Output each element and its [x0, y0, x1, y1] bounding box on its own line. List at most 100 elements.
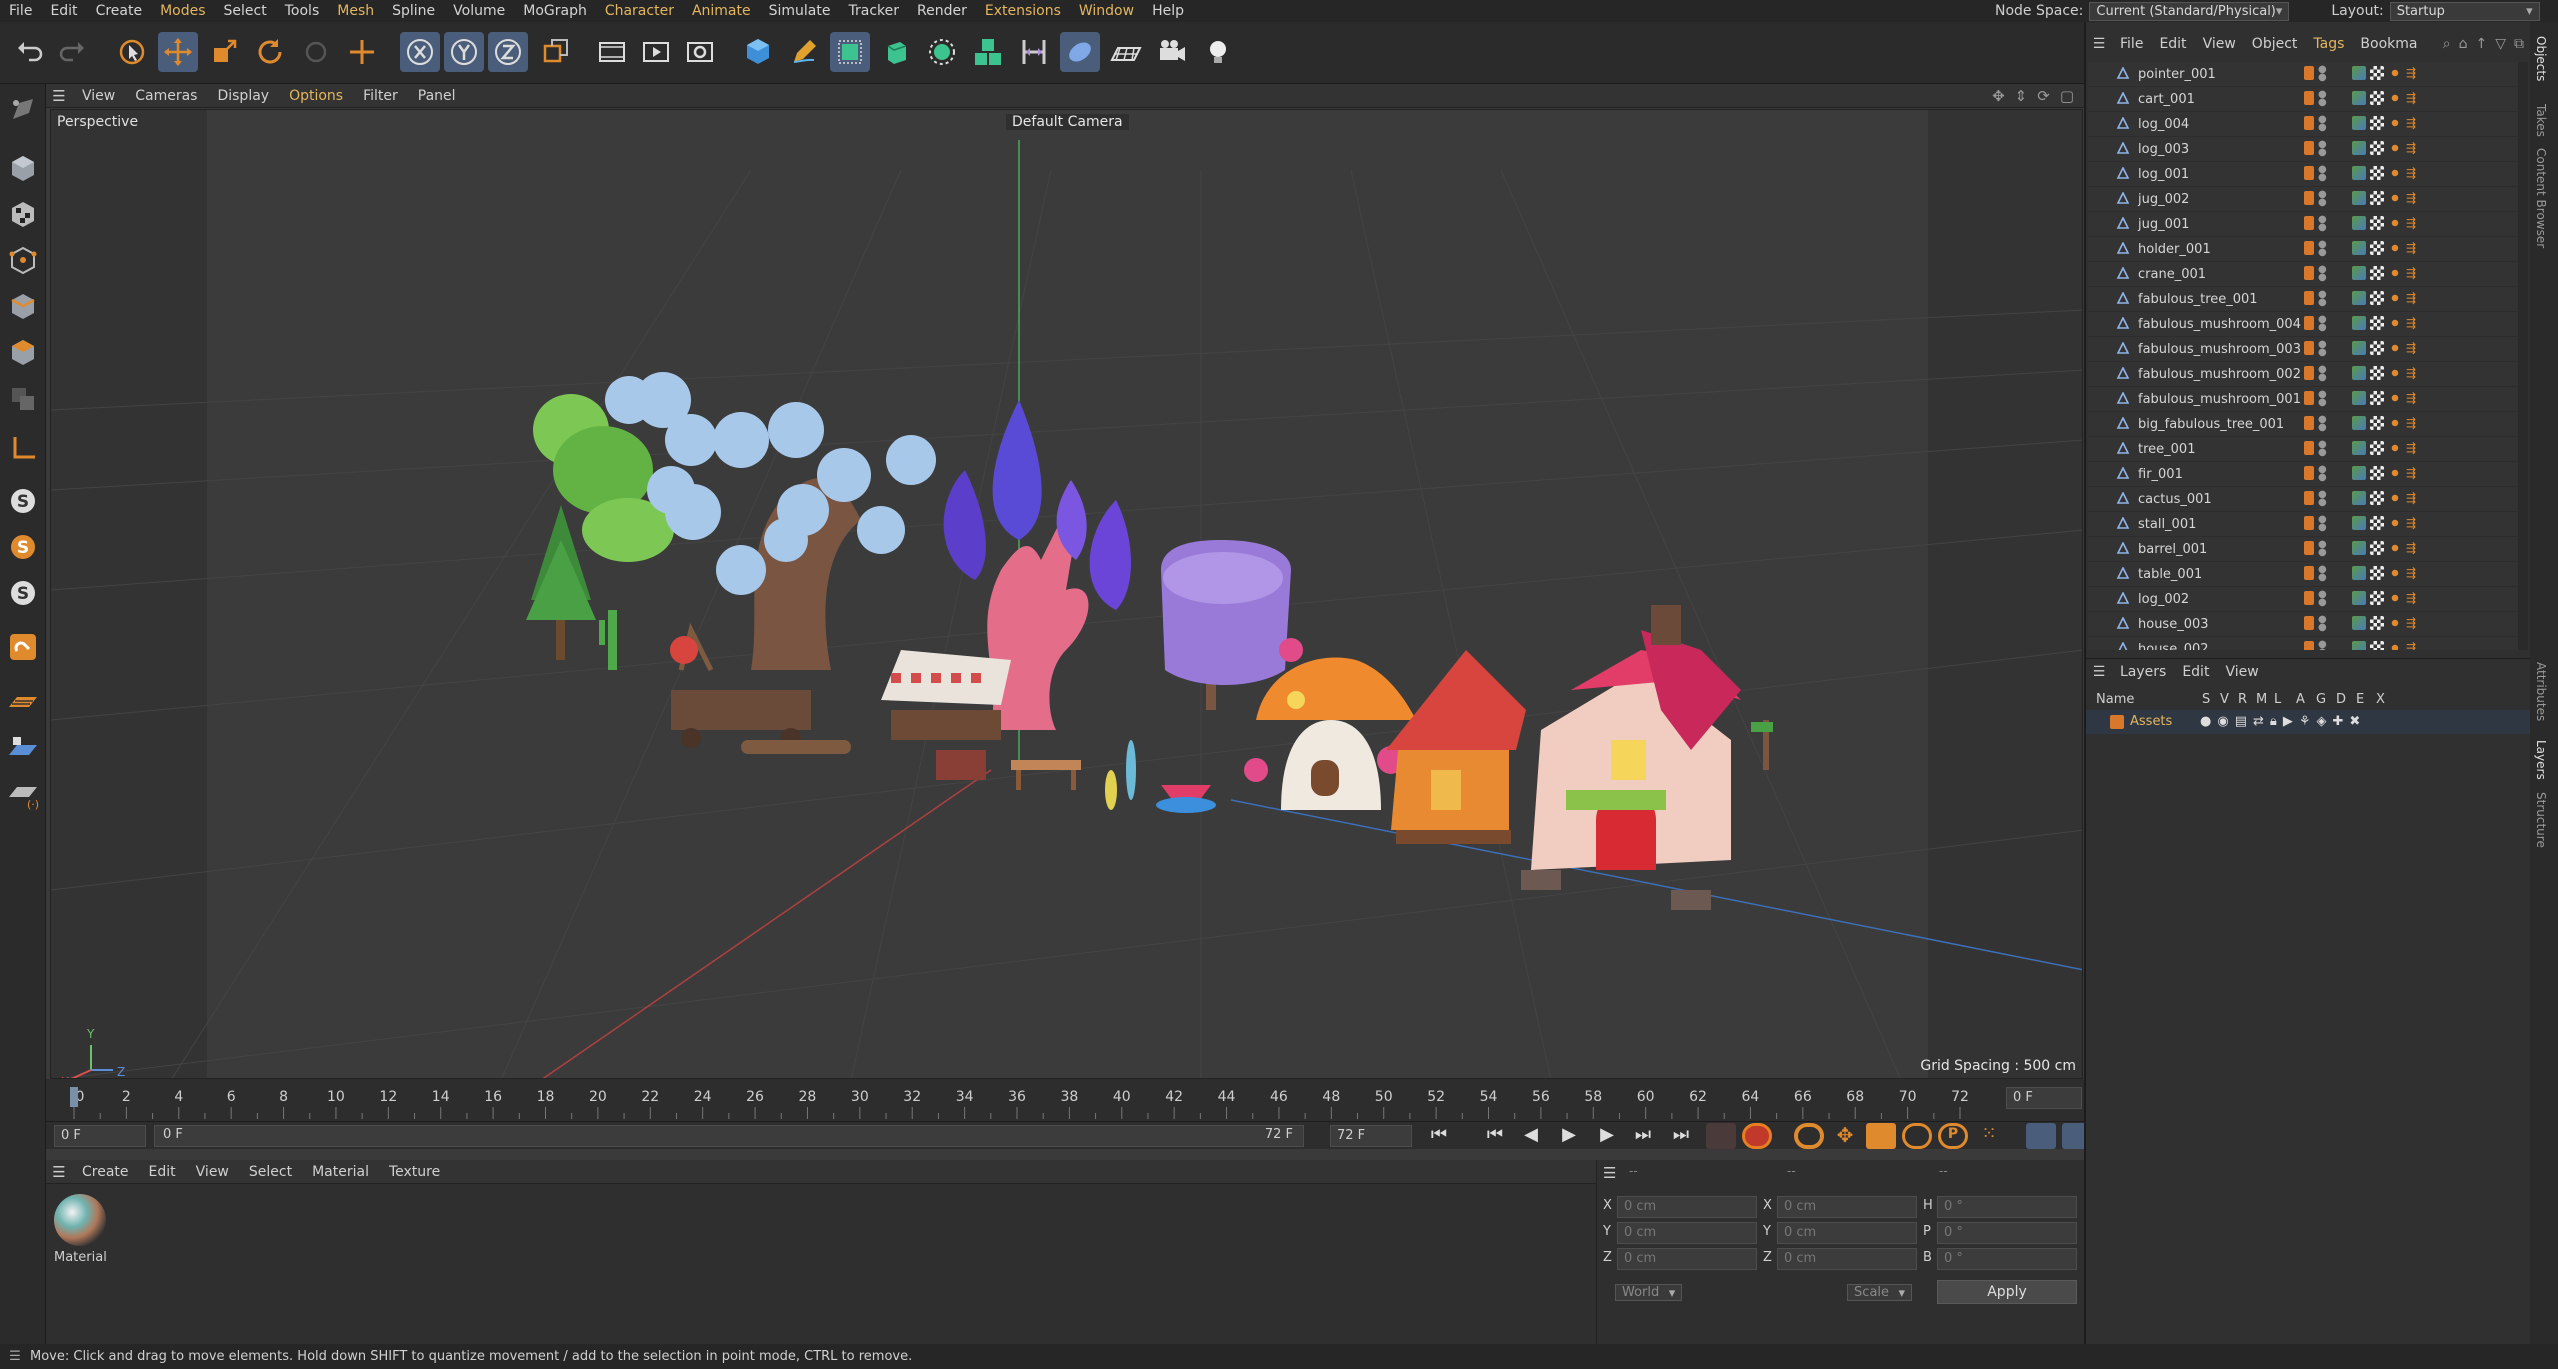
transform-disabled-icon[interactable] [296, 32, 336, 72]
object-row[interactable]: fabulous_mushroom_004 ● ● ⇶ [2088, 312, 2528, 337]
object-row[interactable]: table_001 ● ● ⇶ [2088, 562, 2528, 587]
material-tag-icon[interactable]: ⇶ [2406, 541, 2420, 555]
material-swatch[interactable] [52, 1192, 108, 1248]
material-tag-icon[interactable]: ⇶ [2406, 466, 2420, 480]
objects-menu-file[interactable]: File [2112, 36, 2151, 52]
uvw-tag-icon[interactable] [2370, 91, 2384, 105]
phong-tag-icon[interactable] [2352, 366, 2366, 380]
layer-color-tag[interactable] [2304, 616, 2314, 630]
position-x-field[interactable]: 0 cm [1617, 1196, 1757, 1218]
uvw-tag-icon[interactable] [2370, 516, 2384, 530]
layer-color-tag[interactable] [2304, 316, 2314, 330]
extrude-icon[interactable] [876, 32, 916, 72]
object-row[interactable]: log_003 ● ● ⇶ [2088, 137, 2528, 162]
object-name[interactable]: cactus_001 [2138, 492, 2212, 507]
layer-color-tag[interactable] [2304, 241, 2314, 255]
menu-extensions[interactable]: Extensions [976, 3, 1070, 19]
mograph-cubes-icon[interactable] [968, 32, 1008, 72]
menu-modes[interactable]: Modes [151, 3, 214, 19]
node-space-dropdown[interactable]: Current (Standard/Physical) [2089, 1, 2290, 21]
render-region-icon[interactable] [592, 32, 632, 72]
coord-mode-dropdown[interactable]: Scale [1847, 1284, 1913, 1301]
viewport-orbit-icon[interactable]: ⟳ [2037, 87, 2050, 105]
edge-mode-icon[interactable] [4, 288, 42, 326]
uvw-tag-icon[interactable] [2370, 541, 2384, 555]
texture-mode-icon[interactable] [4, 196, 42, 234]
selection-tag-icon[interactable] [2388, 616, 2402, 630]
menu-tools[interactable]: Tools [276, 3, 329, 19]
make-editable-icon[interactable] [4, 90, 42, 128]
layer-name[interactable]: Assets [2130, 714, 2172, 729]
uvw-tag-icon[interactable] [2370, 266, 2384, 280]
menu-simulate[interactable]: Simulate [760, 3, 840, 19]
uvw-tag-icon[interactable] [2370, 616, 2384, 630]
object-row[interactable]: fabulous_mushroom_003 ● ● ⇶ [2088, 337, 2528, 362]
object-name[interactable]: fabulous_mushroom_001 [2138, 392, 2301, 407]
material-menu-select[interactable]: Select [239, 1164, 302, 1180]
viewport-maximize-icon[interactable]: ▢ [2060, 87, 2074, 105]
y-axis-lock-icon[interactable] [444, 32, 484, 72]
material-tag-icon[interactable]: ⇶ [2406, 566, 2420, 580]
visibility-dots-icon[interactable]: ●● [2318, 565, 2327, 583]
key-rotation-icon[interactable] [1902, 1123, 1932, 1149]
status-menu-icon[interactable]: ☰ [0, 1349, 30, 1364]
selection-tag-icon[interactable] [2388, 341, 2402, 355]
selection-tag-icon[interactable] [2388, 116, 2402, 130]
material-tag-icon[interactable]: ⇶ [2406, 91, 2420, 105]
uvw-tag-icon[interactable] [2370, 366, 2384, 380]
previous-key-icon[interactable]: ⏮ [1480, 1124, 1510, 1145]
visibility-dots-icon[interactable]: ●● [2318, 290, 2327, 308]
phong-tag-icon[interactable] [2352, 641, 2366, 650]
visibility-dots-icon[interactable]: ●● [2318, 615, 2327, 633]
phong-tag-icon[interactable] [2352, 616, 2366, 630]
object-row[interactable]: fabulous_tree_001 ● ● ⇶ [2088, 287, 2528, 312]
layer-lock-icon[interactable]: 🔒︎ [2270, 714, 2277, 729]
object-name[interactable]: log_004 [2138, 117, 2189, 132]
viewport-pan-icon[interactable]: ✥ [1992, 87, 2005, 105]
phong-tag-icon[interactable] [2352, 541, 2366, 555]
undo-icon[interactable] [10, 32, 50, 72]
uvw-tag-icon[interactable] [2370, 316, 2384, 330]
material-tag-icon[interactable]: ⇶ [2406, 141, 2420, 155]
uvw-tag-icon[interactable] [2370, 641, 2384, 650]
selection-tag-icon[interactable] [2388, 266, 2402, 280]
phong-tag-icon[interactable] [2352, 66, 2366, 80]
object-name[interactable]: log_001 [2138, 167, 2189, 182]
uvw-tag-icon[interactable] [2370, 141, 2384, 155]
layer-color-tag[interactable] [2304, 91, 2314, 105]
x-axis-lock-icon[interactable] [400, 32, 440, 72]
object-row[interactable]: crane_001 ● ● ⇶ [2088, 262, 2528, 287]
menu-help[interactable]: Help [1143, 3, 1193, 19]
material-menu-edit[interactable]: Edit [139, 1164, 186, 1180]
visibility-dots-icon[interactable]: ●● [2318, 215, 2327, 233]
selection-tag-icon[interactable] [2388, 291, 2402, 305]
object-name[interactable]: house_003 [2138, 617, 2209, 632]
object-row[interactable]: log_002 ● ● ⇶ [2088, 587, 2528, 612]
menu-tracker[interactable]: Tracker [839, 3, 908, 19]
objects-hamburger-icon[interactable]: ☰ [2086, 36, 2112, 52]
objects-home-icon[interactable]: ⌂ [2459, 36, 2468, 52]
layer-color-tag[interactable] [2304, 641, 2314, 650]
objects-menu-bookmarks[interactable]: Bookma [2352, 36, 2425, 52]
layers-hamburger-icon[interactable]: ☰ [2086, 664, 2112, 680]
object-name[interactable]: house_002 [2138, 642, 2209, 651]
viewport-menu-view[interactable]: View [72, 88, 125, 104]
menu-character[interactable]: Character [596, 3, 683, 19]
phong-tag-icon[interactable] [2352, 166, 2366, 180]
layer-color-tag[interactable] [2304, 216, 2314, 230]
redo-icon[interactable] [52, 32, 92, 72]
deformer-icon[interactable] [1014, 32, 1054, 72]
menu-animate[interactable]: Animate [683, 3, 760, 19]
objects-menu-object[interactable]: Object [2244, 36, 2306, 52]
layer-row-assets[interactable]: Assets ● ◉ ▤ ⇄ 🔒︎ ▶ ⚘ ◈ ✚ ✖ [2086, 710, 2532, 734]
menu-window[interactable]: Window [1070, 3, 1143, 19]
layer-color-swatch[interactable] [2110, 715, 2124, 729]
layer-color-tag[interactable] [2304, 516, 2314, 530]
material-hamburger-icon[interactable]: ☰ [46, 1163, 72, 1181]
end-frame-field[interactable]: 72 F [1330, 1125, 1412, 1147]
viewport-menu-filter[interactable]: Filter [353, 88, 408, 104]
object-row[interactable]: log_004 ● ● ⇶ [2088, 112, 2528, 137]
object-name[interactable]: stall_001 [2138, 517, 2196, 532]
layer-color-tag[interactable] [2304, 166, 2314, 180]
layer-color-tag[interactable] [2304, 416, 2314, 430]
